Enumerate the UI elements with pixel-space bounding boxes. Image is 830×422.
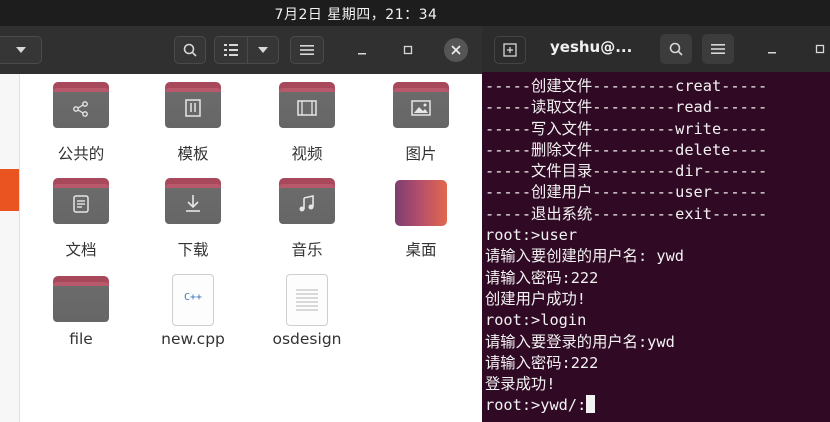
terminal-output[interactable]: -----创建文件---------creat----- -----读取文件---… xyxy=(485,76,830,417)
file-manager-header xyxy=(0,26,482,74)
folder-downloads[interactable]: 下载 xyxy=(148,178,238,268)
folder-file[interactable]: file xyxy=(36,274,126,364)
list-view-icon xyxy=(224,44,238,56)
terminal-line: 请输入要登录的用户名:ywd xyxy=(485,332,675,351)
view-options-button[interactable] xyxy=(247,36,279,64)
terminal-line: -----创建用户---------user------ xyxy=(485,183,768,202)
item-label: osdesign xyxy=(272,330,342,348)
close-button[interactable] xyxy=(444,38,468,62)
terminal-line: -----删除文件---------delete---- xyxy=(485,140,768,159)
text-file-icon xyxy=(286,274,328,326)
item-label: 模板 xyxy=(177,145,209,163)
terminal-line: -----读取文件---------read------ xyxy=(485,98,768,117)
folder-icon xyxy=(53,276,109,322)
terminal-maximize-button[interactable] xyxy=(808,37,830,61)
folder-videos[interactable]: 视频 xyxy=(262,82,352,172)
terminal-line: 登录成功! xyxy=(485,375,556,394)
terminal-line: root:>user xyxy=(485,226,578,245)
menu-button[interactable] xyxy=(290,36,324,64)
item-label: 视频 xyxy=(291,145,323,163)
item-label: file xyxy=(69,330,93,348)
file-osdesign[interactable]: osdesign xyxy=(262,274,352,364)
hamburger-menu-icon xyxy=(711,44,725,54)
sidebar-active-item[interactable] xyxy=(0,169,19,211)
terminal-line: 请输入密码:222 xyxy=(485,353,599,372)
folder-documents[interactable]: 文档 xyxy=(36,178,126,268)
file-manager-window: 公共的 模板 视频 图片 文档 下载 音乐 桌面 file C++ new.cp… xyxy=(0,26,482,422)
maximize-button[interactable] xyxy=(396,38,420,62)
terminal-line: root:>login xyxy=(485,311,587,330)
terminal-menu-button[interactable] xyxy=(702,34,734,64)
terminal-window[interactable]: yeshu@... -----创建文件---------creat----- --… xyxy=(482,26,830,422)
terminal-prompt-line[interactable]: root:>ywd/: xyxy=(485,395,830,416)
terminal-prompt: root:>ywd/: xyxy=(485,396,587,415)
video-icon xyxy=(279,82,335,128)
hamburger-menu-icon xyxy=(300,45,314,55)
sidebar xyxy=(0,74,20,422)
new-tab-icon xyxy=(503,43,517,57)
terminal-line: -----写入文件---------write----- xyxy=(485,119,768,138)
terminal-cursor xyxy=(586,395,596,414)
terminal-minimize-button[interactable] xyxy=(760,37,784,61)
item-label: 公共的 xyxy=(57,145,105,163)
item-label: 桌面 xyxy=(405,241,437,259)
template-icon xyxy=(165,82,221,128)
close-icon xyxy=(451,45,461,55)
share-icon xyxy=(53,82,109,128)
terminal-title: yeshu@... xyxy=(550,38,633,56)
terminal-line: -----退出系统---------exit------ xyxy=(485,204,768,223)
maximize-icon xyxy=(403,45,413,55)
chevron-down-icon xyxy=(15,47,26,53)
terminal-line: -----创建文件---------creat----- xyxy=(485,77,768,95)
music-icon xyxy=(279,178,335,224)
item-label: 音乐 xyxy=(291,241,323,259)
folder-desktop[interactable]: 桌面 xyxy=(376,178,466,268)
file-new-cpp[interactable]: C++ new.cpp xyxy=(148,274,238,364)
chevron-down-icon xyxy=(258,47,268,53)
item-label: 图片 xyxy=(405,145,437,163)
image-icon xyxy=(393,82,449,128)
minimize-icon xyxy=(358,53,366,55)
folder-music[interactable]: 音乐 xyxy=(262,178,352,268)
item-label: new.cpp xyxy=(161,330,225,348)
document-icon xyxy=(53,178,109,224)
terminal-line: -----文件目录---------dir------- xyxy=(485,162,768,181)
download-icon xyxy=(165,178,221,224)
search-icon xyxy=(183,43,197,57)
new-tab-button[interactable] xyxy=(494,36,526,64)
cpp-badge: C++ xyxy=(183,292,203,303)
maximize-icon xyxy=(815,44,825,54)
terminal-line: 请输入密码:222 xyxy=(485,268,599,287)
clock[interactable]: 7月2日 星期四，21：34 xyxy=(0,4,712,24)
list-view-button[interactable] xyxy=(214,36,248,64)
cpp-file-icon: C++ xyxy=(172,274,214,326)
search-icon xyxy=(669,42,683,56)
search-button[interactable] xyxy=(174,36,206,64)
terminal-search-button[interactable] xyxy=(660,34,692,64)
folder-public[interactable]: 公共的 xyxy=(36,82,126,172)
top-bar: 7月2日 星期四，21：34 xyxy=(0,0,830,26)
folder-pictures[interactable]: 图片 xyxy=(376,82,466,172)
minimize-icon xyxy=(768,52,776,54)
folder-templates[interactable]: 模板 xyxy=(148,82,238,172)
item-label: 下载 xyxy=(177,241,209,259)
terminal-line: 请输入要创建的用户名: ywd xyxy=(485,247,685,266)
item-label: 文档 xyxy=(65,241,97,259)
path-dropdown-button[interactable] xyxy=(0,36,42,64)
terminal-line: 创建用户成功! xyxy=(485,289,586,308)
terminal-header: yeshu@... xyxy=(482,26,830,72)
minimize-button[interactable] xyxy=(350,38,374,62)
desktop-folder-icon xyxy=(395,180,447,226)
